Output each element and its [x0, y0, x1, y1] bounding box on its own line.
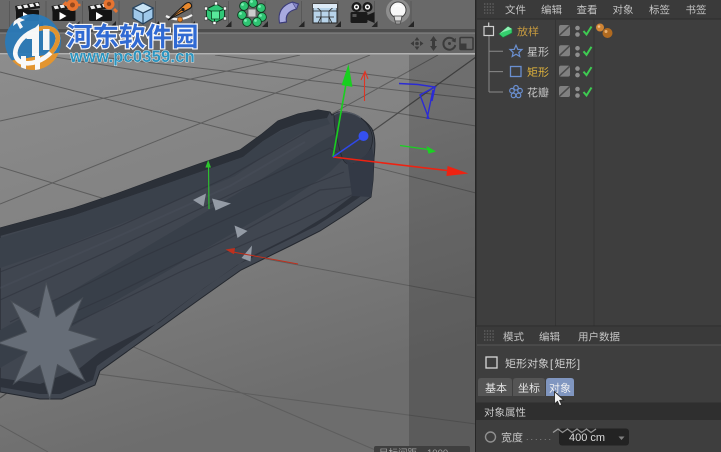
svg-text:[: [ [550, 359, 553, 371]
svg-text:......: ...... [526, 432, 553, 442]
svg-text:1000: 1000 [427, 448, 448, 452]
svg-text:]: ] [577, 359, 580, 371]
svg-text:400 cm: 400 cm [569, 432, 605, 444]
svg-text:www.pc0359.cn: www.pc0359.cn [69, 48, 195, 66]
